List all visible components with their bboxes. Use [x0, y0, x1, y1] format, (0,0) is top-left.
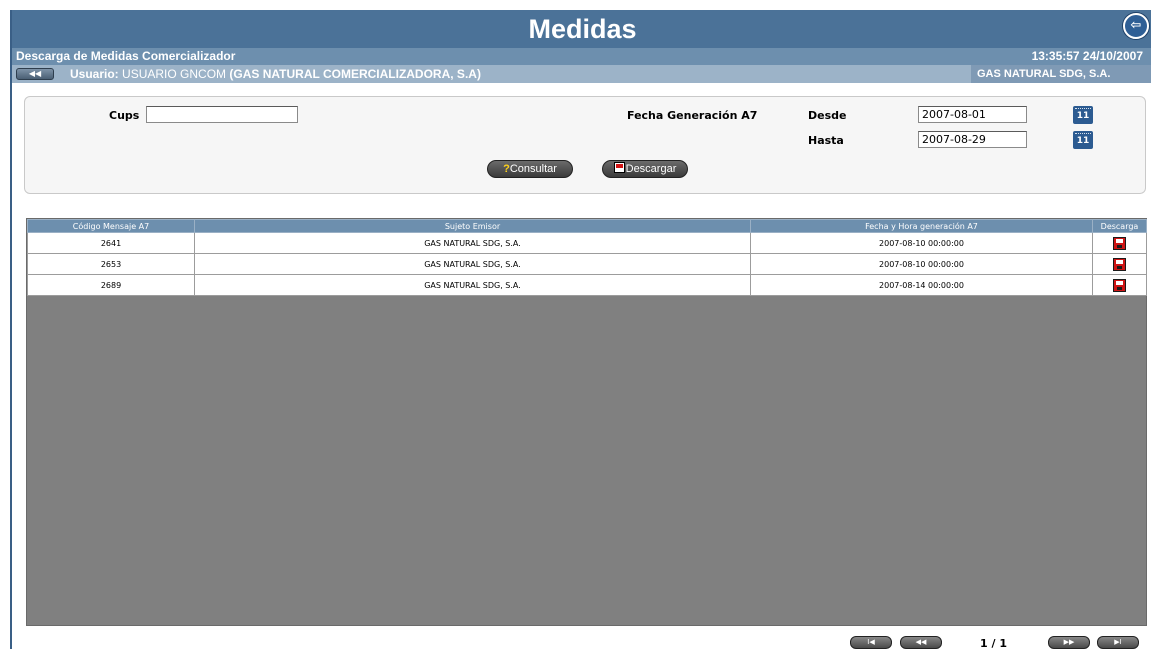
col-codigo[interactable]: Código Mensaje A7	[27, 219, 195, 233]
question-icon: ?	[503, 163, 510, 175]
cell-sujeto: GAS NATURAL SDG, S.A.	[194, 253, 751, 275]
cell-fecha: 2007-08-14 00:00:00	[750, 274, 1093, 296]
desde-calendar-icon[interactable]: 11	[1073, 106, 1093, 124]
user-company: (GAS NATURAL COMERCIALIZADORA, S.A)	[229, 67, 481, 81]
prev-page-button[interactable]: ◀◀	[900, 636, 942, 649]
title-bar: Medidas ⇦	[12, 10, 1151, 48]
first-page-button[interactable]: I◀	[850, 636, 892, 649]
cups-label: Cups	[109, 109, 140, 122]
col-descarga[interactable]: Descarga	[1092, 219, 1147, 233]
exit-icon[interactable]: ⇦	[1123, 13, 1149, 39]
filter-panel: Cups Fecha Generación A7 Desde 11 Hasta …	[24, 96, 1146, 194]
cell-descarga	[1092, 232, 1147, 254]
cell-codigo: 2641	[27, 232, 195, 254]
last-page-button[interactable]: ▶I	[1097, 636, 1139, 649]
section-title: Descarga de Medidas Comercializador	[16, 49, 236, 63]
cell-descarga	[1092, 253, 1147, 275]
descargar-button[interactable]: Descargar	[602, 160, 688, 178]
user-info: Usuario: USUARIO GNCOM (GAS NATURAL COME…	[70, 65, 481, 83]
download-icon[interactable]	[1113, 278, 1126, 292]
table-row: 2653 GAS NATURAL SDG, S.A. 2007-08-10 00…	[27, 253, 1147, 275]
desde-label: Desde	[808, 109, 847, 122]
hasta-calendar-icon[interactable]: 11	[1073, 131, 1093, 149]
col-fecha[interactable]: Fecha y Hora generación A7	[750, 219, 1093, 233]
table-row: 2641 GAS NATURAL SDG, S.A. 2007-08-10 00…	[27, 232, 1147, 254]
consultar-button[interactable]: ?Consultar	[487, 160, 573, 178]
save-icon	[613, 162, 625, 173]
cell-fecha: 2007-08-10 00:00:00	[750, 232, 1093, 254]
datetime: 13:35:57 24/10/2007	[1031, 49, 1143, 63]
company-box: GAS NATURAL SDG, S.A.	[971, 65, 1151, 83]
user-bar: ◀◀ Usuario: USUARIO GNCOM (GAS NATURAL C…	[12, 65, 1151, 83]
col-sujeto[interactable]: Sujeto Emisor	[194, 219, 751, 233]
cell-fecha: 2007-08-10 00:00:00	[750, 253, 1093, 275]
consultar-label: Consultar	[509, 163, 557, 175]
page-title: Medidas	[528, 14, 637, 44]
results-grid: Código Mensaje A7 Sujeto Emisor Fecha y …	[26, 218, 1147, 626]
table-header: Código Mensaje A7 Sujeto Emisor Fecha y …	[27, 219, 1147, 233]
next-page-button[interactable]: ▶▶	[1048, 636, 1090, 649]
user-label: Usuario:	[70, 67, 119, 81]
results-table: Código Mensaje A7 Sujeto Emisor Fecha y …	[27, 219, 1147, 296]
hasta-input[interactable]	[918, 131, 1027, 148]
hasta-label: Hasta	[808, 134, 844, 147]
cell-sujeto: GAS NATURAL SDG, S.A.	[194, 274, 751, 296]
user-name: USUARIO GNCOM	[122, 67, 227, 81]
download-icon[interactable]	[1113, 257, 1126, 271]
fecha-label: Fecha Generación A7	[627, 109, 758, 122]
cell-codigo: 2689	[27, 274, 195, 296]
app-frame: Medidas ⇦ Descarga de Medidas Comerciali…	[10, 10, 1151, 649]
descargar-label: Descargar	[625, 163, 677, 175]
cups-input[interactable]	[146, 106, 298, 123]
cell-codigo: 2653	[27, 253, 195, 275]
back-button[interactable]: ◀◀	[16, 68, 54, 80]
download-icon[interactable]	[1113, 236, 1126, 250]
cell-sujeto: GAS NATURAL SDG, S.A.	[194, 232, 751, 254]
section-bar: Descarga de Medidas Comercializador 13:3…	[12, 48, 1151, 65]
page-indicator: 1 / 1	[980, 637, 1007, 649]
cell-descarga	[1092, 274, 1147, 296]
desde-input[interactable]	[918, 106, 1027, 123]
table-row: 2689 GAS NATURAL SDG, S.A. 2007-08-14 00…	[27, 274, 1147, 296]
